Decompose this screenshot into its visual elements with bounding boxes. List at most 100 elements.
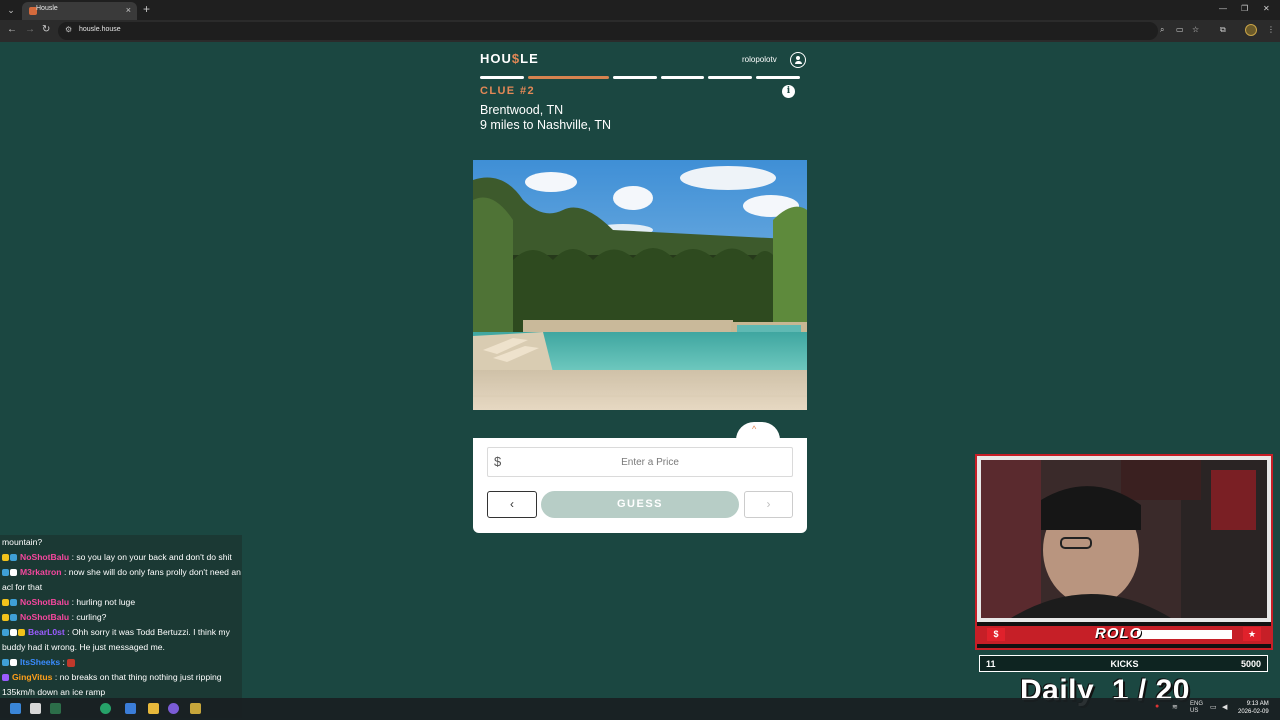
- start-icon[interactable]: [10, 703, 21, 714]
- chat-username: ItsSheeks: [20, 657, 61, 667]
- chat-badges: [2, 670, 10, 685]
- site-info-icon[interactable]: ⚙: [65, 25, 72, 34]
- clue-location: Brentwood, TN: [480, 103, 564, 117]
- clock-time: 9:13 AM: [1246, 701, 1269, 707]
- chat-message: ItsSheeks :: [0, 655, 242, 670]
- progress-segment-5: [708, 76, 753, 79]
- dollar-sign: $: [494, 454, 502, 469]
- tab-title: Housle: [36, 5, 58, 12]
- chat-badges: [2, 550, 18, 565]
- chrome-icon[interactable]: [100, 703, 111, 714]
- forward-button[interactable]: →: [25, 24, 35, 35]
- window-close-button[interactable]: ✕: [1263, 4, 1270, 13]
- info-icon[interactable]: i: [782, 85, 795, 98]
- kicks-goal: 5000: [1240, 659, 1261, 669]
- profile-avatar[interactable]: [1245, 24, 1257, 36]
- chat-badges: [2, 565, 18, 580]
- guess-panel: $ ‹ GUESS ›: [473, 438, 807, 533]
- clue-distance: 9 miles to Nashville, TN: [480, 118, 612, 132]
- chat-username: BearL0st: [28, 627, 65, 637]
- previous-clue-button[interactable]: ‹: [487, 491, 537, 518]
- language-region: US: [1190, 708, 1199, 714]
- username[interactable]: rolopolotv: [742, 55, 777, 64]
- network-icon[interactable]: ▭: [1210, 703, 1217, 711]
- browser-tab[interactable]: Housle ×: [22, 2, 137, 20]
- search-icon[interactable]: [30, 703, 41, 714]
- logo-suffix: LE: [520, 51, 539, 66]
- os-taskbar: ● ≋ ENG US ▭ ◀ 9:13 AM 2026-02-09: [0, 698, 1280, 720]
- app-icon[interactable]: [190, 703, 201, 714]
- reload-button[interactable]: ↻: [42, 24, 50, 35]
- clock-date: 2026-02-09: [1238, 709, 1269, 715]
- webcam-banner: $ ROLO ★: [977, 622, 1271, 648]
- extensions-icon[interactable]: ⧉: [1220, 25, 1226, 35]
- chevron-left-icon: ‹: [510, 497, 514, 511]
- kicks-label: KICKS: [1110, 659, 1139, 669]
- browser-tab-bar: ⌄ Housle × + — ❐ ✕: [0, 0, 1280, 20]
- guess-button[interactable]: GUESS: [541, 491, 739, 518]
- emote-icon: [67, 658, 76, 667]
- app-icon[interactable]: [125, 703, 136, 714]
- chat-username: NoShotBalu: [20, 612, 70, 622]
- price-field[interactable]: $: [487, 447, 793, 477]
- logo-dollar: $: [511, 51, 521, 66]
- kicks-tracker: KICKS 11 5000: [979, 655, 1268, 672]
- stream-chat-overlay: mountain? NoShotBalu : so you lay on you…: [0, 535, 242, 718]
- chat-text: :: [62, 657, 65, 667]
- discord-icon[interactable]: [168, 703, 179, 714]
- restore-button[interactable]: ❐: [1241, 4, 1248, 13]
- address-bar[interactable]: ⚙ housle.house ⌕ ▭ ☆: [58, 22, 1199, 40]
- wifi-icon[interactable]: ≋: [1172, 703, 1178, 711]
- logo-prefix: HOU: [480, 51, 512, 66]
- chat-badges: [2, 655, 18, 670]
- chat-username: GingVitus: [12, 672, 53, 682]
- chat-message: GingVitus : no breaks on that thing noth…: [0, 670, 242, 700]
- clue-progress-bar: [480, 76, 800, 80]
- chat-message: NoShotBalu : curling?: [0, 610, 242, 625]
- browser-menu-icon[interactable]: ⋮: [1267, 25, 1275, 34]
- chat-message: BearL0st : Ohh sorry it was Todd Bertuzz…: [0, 625, 242, 655]
- chevron-up-icon: ^: [752, 424, 757, 434]
- chat-text: : so you lay on your back and don't do s…: [71, 552, 232, 562]
- chat-message: M3rkatron : now she will do only fans pr…: [0, 565, 242, 595]
- language-indicator[interactable]: ENG US: [1190, 701, 1203, 715]
- zoom-icon[interactable]: ⌕: [1160, 25, 1164, 35]
- chat-text: : curling?: [71, 612, 107, 622]
- chat-badges: [2, 610, 18, 625]
- user-account-icon[interactable]: [790, 52, 806, 68]
- cast-icon[interactable]: ▭: [1176, 25, 1184, 34]
- webcam-feed: [981, 460, 1267, 618]
- bookmark-star-icon[interactable]: ☆: [1192, 25, 1199, 34]
- language-code: ENG: [1190, 701, 1204, 707]
- chat-username: NoShotBalu: [20, 552, 70, 562]
- progress-segment-6: [756, 76, 800, 79]
- banner-white-stripe: [1137, 630, 1232, 639]
- price-input[interactable]: [512, 451, 788, 473]
- new-tab-button[interactable]: +: [143, 2, 150, 16]
- minimize-button[interactable]: —: [1219, 4, 1227, 13]
- house-photo: [473, 160, 807, 410]
- recording-icon[interactable]: ●: [1155, 703, 1159, 710]
- progress-segment-3: [612, 76, 657, 79]
- volume-icon[interactable]: ◀: [1222, 703, 1227, 711]
- chevron-right-icon: ›: [766, 497, 771, 511]
- system-clock[interactable]: 9:13 AM 2026-02-09: [1238, 700, 1269, 716]
- clue-text: Brentwood, TN 9 miles to Nashville, TN: [480, 103, 611, 133]
- url-text: housle.house: [79, 26, 121, 33]
- back-button[interactable]: ←: [7, 24, 17, 35]
- chat-username: M3rkatron: [20, 567, 62, 577]
- browser-toolbar: ← → ↻ ⚙ housle.house ⌕ ▭ ☆ ⧉ ⋮: [0, 20, 1280, 42]
- progress-segment-4: [660, 76, 705, 79]
- star-icon: ★: [1243, 627, 1261, 641]
- webcam-frame: $ ROLO ★: [975, 454, 1273, 650]
- progress-segment-2: [527, 76, 609, 79]
- next-clue-button[interactable]: ›: [744, 491, 793, 518]
- chat-message: NoShotBalu : so you lay on your back and…: [0, 550, 242, 565]
- cam-logo-icon: $: [987, 628, 1005, 641]
- progress-segment-1: [480, 76, 524, 79]
- tab-close-icon[interactable]: ×: [126, 5, 131, 15]
- app-icon[interactable]: [50, 703, 61, 714]
- tab-list-button[interactable]: ⌄: [4, 3, 18, 17]
- housle-logo[interactable]: HOU$LE: [480, 51, 539, 66]
- folder-icon[interactable]: [148, 703, 159, 714]
